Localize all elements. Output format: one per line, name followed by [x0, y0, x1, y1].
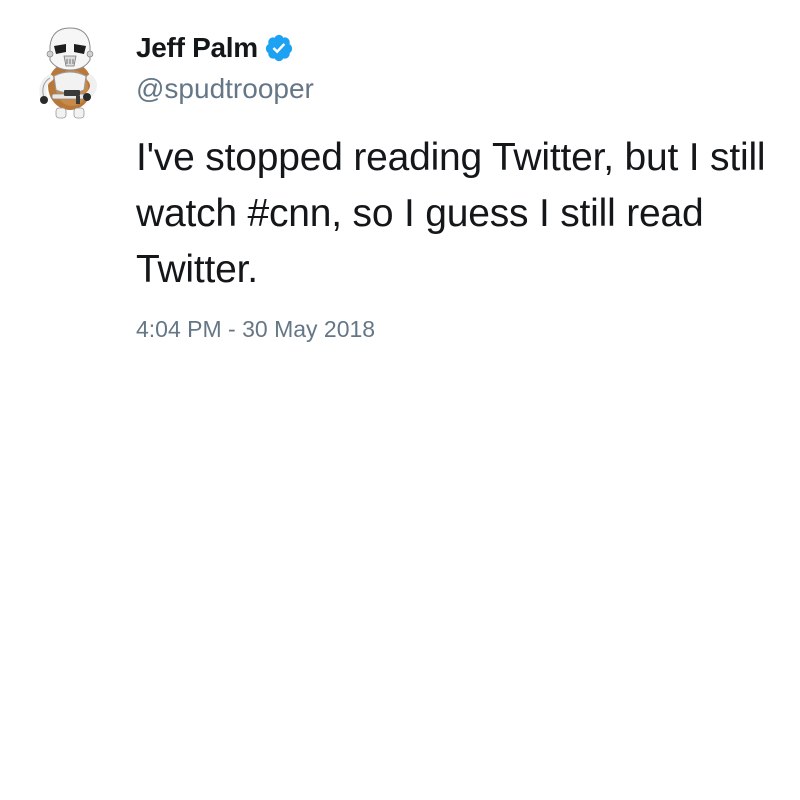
- author-display-name[interactable]: Jeff Palm: [136, 32, 258, 64]
- tweet-text: I've stopped reading Twitter, but I stil…: [136, 136, 766, 291]
- verified-badge-icon: [264, 33, 294, 63]
- author-handle[interactable]: @spudtrooper: [136, 72, 314, 106]
- tweet-card: Jeff Palm @spudtrooper I've stopped read…: [0, 0, 800, 800]
- author-name-row[interactable]: Jeff Palm: [136, 30, 294, 66]
- avatar[interactable]: [28, 24, 108, 120]
- stormtrooper-potato-avatar-icon: [39, 27, 97, 119]
- tweet-timestamp[interactable]: 4:04 PM - 30 May 2018: [136, 314, 375, 344]
